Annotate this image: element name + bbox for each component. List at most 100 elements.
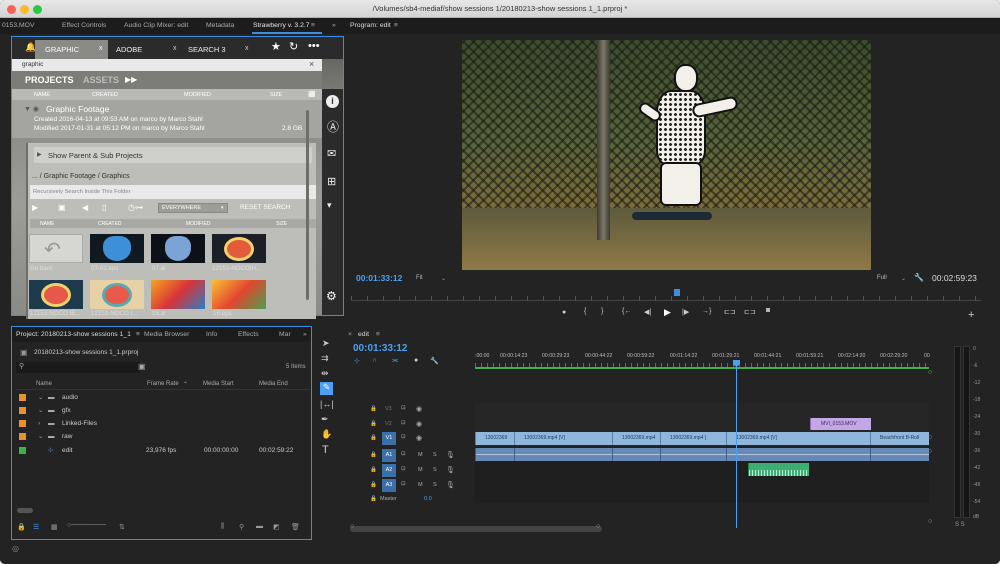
- panel-menu-icon[interactable]: ≡: [394, 18, 398, 34]
- timeline-hscroll[interactable]: ○ ○: [350, 523, 602, 532]
- go-to-out-icon[interactable]: →}: [702, 308, 711, 315]
- quality-select[interactable]: Full: [877, 275, 887, 281]
- track-end-handle[interactable]: ○: [928, 434, 932, 441]
- audio-clip[interactable]: [612, 448, 660, 461]
- lock-icon[interactable]: 🔒: [370, 421, 377, 427]
- lock-icon[interactable]: 🔒: [370, 452, 377, 458]
- fit-select[interactable]: Fit: [416, 275, 423, 281]
- chevron-down-icon[interactable]: ⌄: [38, 404, 43, 417]
- nest-icon[interactable]: ⊹: [354, 357, 360, 365]
- chevron-right-icon[interactable]: ›: [38, 417, 40, 430]
- extract-icon[interactable]: ⊏⊐: [744, 308, 756, 316]
- track-end-handle[interactable]: ○: [928, 518, 932, 525]
- tab-effects[interactable]: Effects: [238, 327, 259, 342]
- tab-clip-cut[interactable]: 0153.MOV: [2, 18, 35, 34]
- track-select-tool-icon[interactable]: ⇉: [321, 353, 329, 364]
- icon-view-icon[interactable]: ▦: [51, 523, 58, 531]
- close-window-button[interactable]: [7, 5, 16, 14]
- add-marker-icon[interactable]: ●: [562, 309, 566, 316]
- sort-icon[interactable]: ⇅: [119, 523, 125, 531]
- eye-icon[interactable]: ◉: [416, 405, 422, 413]
- sync-lock-icon[interactable]: ⊡: [401, 405, 406, 411]
- timeline-playhead[interactable]: [736, 360, 737, 528]
- wrench-icon[interactable]: 🔧: [914, 273, 924, 282]
- strawberry-scrollbar[interactable]: [306, 110, 309, 300]
- mark-in-icon[interactable]: {: [584, 308, 586, 315]
- tab-effect-controls[interactable]: Effect Controls: [62, 18, 106, 34]
- new-bin-from-search-icon[interactable]: ▣: [138, 362, 146, 371]
- razor-tool-icon[interactable]: ✎: [320, 382, 333, 395]
- audio-clip[interactable]: [726, 448, 870, 461]
- snap-icon[interactable]: ∩: [372, 357, 377, 364]
- bin-row-raw[interactable]: ⌄ ▬ raw: [14, 430, 304, 443]
- timeline-settings-icon[interactable]: 🔧: [430, 357, 439, 365]
- mark-out-icon[interactable]: }: [601, 308, 603, 315]
- program-scrub-bar[interactable]: [351, 287, 981, 301]
- lock-icon[interactable]: 🔒: [370, 406, 377, 412]
- asset-thumb[interactable]: [212, 280, 266, 309]
- mic-icon[interactable]: 🎙: [446, 451, 455, 459]
- add-marker-icon[interactable]: ●: [414, 357, 418, 364]
- panel-menu-icon[interactable]: ≡: [376, 328, 380, 342]
- solo-button[interactable]: S: [433, 452, 437, 458]
- work-area-bar[interactable]: [475, 367, 929, 369]
- solo-buttons[interactable]: S S: [955, 522, 965, 528]
- sequence-row-edit[interactable]: ⊹ edit 23,976 fps 00:00:00:00 00:02:59:2…: [14, 444, 304, 457]
- lift-icon[interactable]: ⊏⊐: [724, 308, 736, 316]
- video-clip[interactable]: 13002369.mp4: [612, 432, 660, 445]
- v2-clip[interactable]: MVI_0153.MOV: [810, 418, 871, 430]
- mute-button[interactable]: M: [418, 467, 423, 473]
- solo-button[interactable]: S: [433, 467, 437, 473]
- playhead-marker[interactable]: [674, 289, 680, 296]
- video-clip[interactable]: Beachfront B-Roll: [870, 432, 929, 445]
- lock-icon[interactable]: 🔒: [17, 523, 26, 531]
- tab-markers[interactable]: Mar: [279, 327, 291, 342]
- list-view-icon[interactable]: ☰: [33, 523, 39, 531]
- zoom-window-button[interactable]: [33, 5, 42, 14]
- video-clip[interactable]: 13002369.mp4 [V]: [726, 432, 870, 445]
- video-clip[interactable]: 13002369.mp4 [: [660, 432, 726, 445]
- minimize-window-button[interactable]: [20, 5, 29, 14]
- asset-thumb[interactable]: [90, 280, 144, 309]
- ruler-end-handle[interactable]: ○: [928, 369, 932, 376]
- asset-thumb[interactable]: [151, 280, 205, 309]
- step-back-icon[interactable]: ◀|: [644, 308, 651, 316]
- lock-icon[interactable]: 🔒: [370, 435, 377, 441]
- chevron-down-icon[interactable]: ⌄: [441, 275, 446, 282]
- program-title[interactable]: Program: edit: [350, 18, 391, 34]
- info-icon[interactable]: i: [326, 95, 339, 108]
- linked-selection-icon[interactable]: ⫘: [392, 357, 398, 365]
- mic-icon[interactable]: 🎙: [446, 466, 455, 474]
- bin-row-gfx[interactable]: ⌄ ▬ gfx: [14, 404, 304, 417]
- project-search-input[interactable]: ⚲: [16, 362, 140, 373]
- zoom-slider[interactable]: ○───────: [67, 522, 106, 529]
- mute-button[interactable]: M: [418, 452, 423, 458]
- tab-audio-clip-mixer[interactable]: Audio Clip Mixer: edit: [124, 18, 188, 34]
- overflow-icon[interactable]: »: [303, 327, 307, 342]
- a2-audio-clip[interactable]: [748, 463, 809, 476]
- status-icon[interactable]: ◎: [12, 544, 19, 553]
- sync-lock-icon[interactable]: ⊡: [401, 420, 406, 426]
- asset-thumb[interactable]: [151, 234, 205, 263]
- program-timecode[interactable]: 00:01:33:12: [356, 273, 402, 283]
- lock-icon[interactable]: 🔒: [370, 482, 377, 488]
- timeline-close-icon[interactable]: ×: [348, 328, 352, 342]
- text-icon[interactable]: Ⓐ: [327, 121, 339, 133]
- add-button[interactable]: +: [968, 309, 974, 321]
- sync-lock-icon[interactable]: ⊡: [401, 466, 406, 472]
- solo-button[interactable]: S: [433, 482, 437, 488]
- chevron-down-icon[interactable]: ⌄: [38, 391, 43, 404]
- tab-info[interactable]: Info: [206, 327, 217, 342]
- slip-tool-icon[interactable]: |↔|: [320, 399, 334, 409]
- audio-clip[interactable]: [514, 448, 612, 461]
- trash-icon[interactable]: 🗑: [291, 523, 300, 531]
- go-to-in-icon[interactable]: {←: [622, 308, 631, 315]
- eye-icon[interactable]: ◉: [416, 420, 422, 428]
- audio-clip[interactable]: [475, 448, 514, 461]
- overflow-icon[interactable]: »: [332, 18, 336, 34]
- track-end-handle[interactable]: ○: [928, 448, 932, 455]
- tab-project[interactable]: Project: 20180213-show sessions 1_1: [16, 327, 131, 342]
- automate-icon[interactable]: ⫼: [221, 523, 224, 531]
- project-hscroll[interactable]: [17, 508, 33, 513]
- camera-icon[interactable]: ◙: [766, 307, 770, 314]
